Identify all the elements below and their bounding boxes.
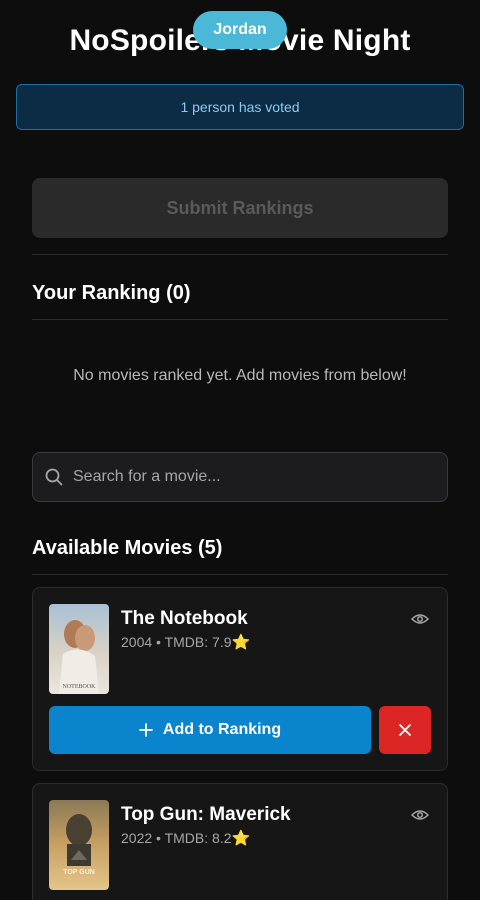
add-to-ranking-label: Add to Ranking <box>162 721 282 738</box>
close-icon <box>399 724 411 736</box>
movie-meta: 2004 • TMDB: 7.9⭐ <box>121 633 250 651</box>
movie-title: Top Gun: Maverick <box>121 804 291 825</box>
plus-icon <box>138 723 153 737</box>
movie-card: NOTEBOOK The Notebook 2004 • TMDB: 7.9⭐ … <box>32 587 448 771</box>
available-movies-heading: Available Movies (5) <box>32 537 223 559</box>
divider <box>32 574 448 575</box>
search-field[interactable] <box>32 452 448 502</box>
divider <box>32 254 448 255</box>
eye-icon[interactable] <box>411 612 429 626</box>
movie-rating: TMDB: 8.2 <box>164 830 232 846</box>
add-to-ranking-button[interactable]: Add to Ranking <box>49 706 371 754</box>
star-icon: ⭐ <box>231 830 251 847</box>
svg-text:TOP GUN: TOP GUN <box>63 869 95 876</box>
eye-icon[interactable] <box>411 808 429 822</box>
your-ranking-heading: Your Ranking (0) <box>32 282 191 304</box>
movie-meta: 2022 • TMDB: 8.2⭐ <box>121 829 250 847</box>
movie-poster: NOTEBOOK <box>49 604 109 694</box>
search-icon <box>45 468 63 486</box>
meta-separator: • <box>156 634 161 650</box>
movie-title: The Notebook <box>121 608 248 629</box>
star-icon: ⭐ <box>231 634 251 651</box>
empty-ranking-message: No movies ranked yet. Add movies from be… <box>73 367 407 384</box>
page: NoSpoilers Movie Night Jordan 1 person h… <box>0 0 480 900</box>
meta-separator: • <box>156 830 161 846</box>
movie-rating: TMDB: 7.9 <box>164 634 232 650</box>
user-badge[interactable]: Jordan <box>193 11 287 49</box>
divider <box>32 319 448 320</box>
submit-rankings-button[interactable]: Submit Rankings <box>32 178 448 238</box>
search-input[interactable] <box>73 453 433 501</box>
movie-poster: TOP GUN <box>49 800 109 890</box>
movie-card: TOP GUN Top Gun: Maverick 2022 • TMDB: 8… <box>32 783 448 900</box>
vote-status-banner: 1 person has voted <box>16 84 464 130</box>
movie-year: 2004 <box>121 634 153 650</box>
svg-text:NOTEBOOK: NOTEBOOK <box>63 684 97 690</box>
movie-year: 2022 <box>121 830 153 846</box>
remove-movie-button[interactable] <box>379 706 431 754</box>
